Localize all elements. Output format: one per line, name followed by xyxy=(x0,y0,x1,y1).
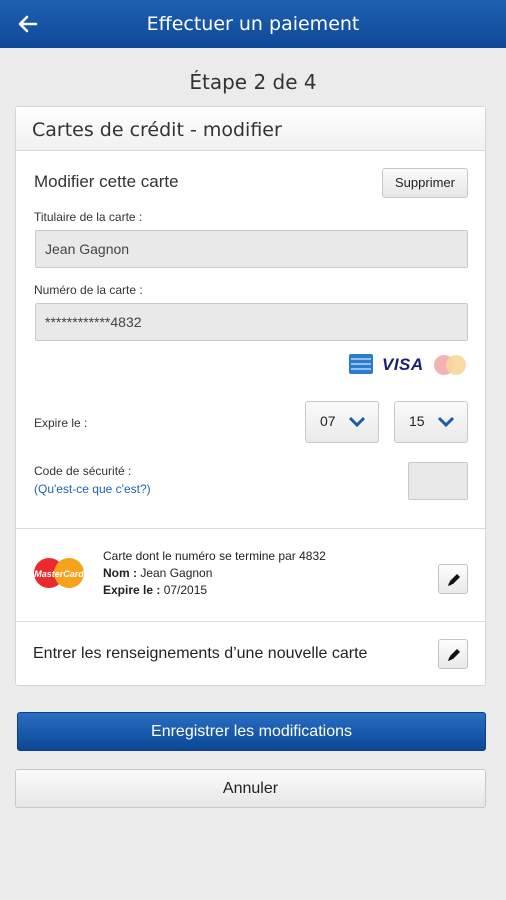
saved-card-number-prefix: Carte xyxy=(103,549,133,563)
divider xyxy=(16,528,485,529)
divider xyxy=(16,621,485,622)
new-card-button[interactable] xyxy=(438,639,468,669)
app-title: Effectuer un paiement xyxy=(146,13,360,35)
saved-card-name-text: Jean Gagnon xyxy=(137,566,213,580)
expiry-month-select[interactable]: 07 xyxy=(305,401,379,443)
holder-label: Titulaire de la carte : xyxy=(34,210,143,224)
saved-card-number: Carte dont le numéro se termine par 4832 xyxy=(103,548,326,565)
saved-card-details: Carte dont le numéro se termine par 4832… xyxy=(103,548,326,599)
saved-card-expiry-prefix: Expire le : xyxy=(103,583,161,597)
saved-card-expiry-text: 07/2015 xyxy=(160,583,208,597)
cancel-button[interactable]: Annuler xyxy=(15,769,486,808)
new-card-label: Entrer les renseignements d’une nouvelle… xyxy=(33,645,368,662)
expiry-label: Expire le : xyxy=(34,416,88,430)
expiry-year-value: 15 xyxy=(409,413,425,429)
saved-card-expiry: Expire le : 07/2015 xyxy=(103,582,326,599)
app-bar: Effectuer un paiement xyxy=(0,0,506,48)
card-number-input[interactable]: ************4832 xyxy=(35,303,468,341)
card-number-label: Numéro de la carte : xyxy=(34,283,143,297)
visa-logo-icon: VISA xyxy=(382,355,424,374)
saved-card-name: Nom : Jean Gagnon xyxy=(103,565,326,582)
mastercard-logo-icon: MasterCard xyxy=(33,557,85,594)
cvv-label: Code de sécurité : xyxy=(34,464,132,478)
mastercard-logo-small-icon xyxy=(432,354,468,381)
step-indicator: Étape 2 de 4 xyxy=(189,70,317,94)
edit-saved-card-button[interactable] xyxy=(438,564,468,594)
amex-logo-icon xyxy=(349,354,373,379)
expiry-year-select[interactable]: 15 xyxy=(394,401,468,443)
pencil-icon xyxy=(448,649,460,661)
holder-name-input[interactable]: Jean Gagnon xyxy=(35,230,468,268)
chevron-down-icon xyxy=(437,416,455,428)
expiry-month-value: 07 xyxy=(320,413,336,429)
panel-title: Cartes de crédit - modifier xyxy=(32,119,282,141)
saved-card-name-prefix: Nom : xyxy=(103,566,137,580)
cvv-help-link[interactable]: (Qu'est-ce que c'est?) xyxy=(34,482,151,496)
saved-card-number-text: dont le numéro se termine par 4832 xyxy=(132,549,326,563)
section-title: Modifier cette carte xyxy=(34,172,179,191)
pencil-icon xyxy=(448,574,460,586)
cvv-input[interactable] xyxy=(408,462,468,500)
chevron-down-icon xyxy=(348,416,366,428)
delete-button[interactable]: Supprimer xyxy=(382,168,468,198)
credit-card-panel: Cartes de crédit - modifier Modifier cet… xyxy=(15,106,486,686)
panel-header: Cartes de crédit - modifier xyxy=(16,107,485,151)
save-changes-button[interactable]: Enregistrer les modifications xyxy=(17,712,486,751)
mastercard-logo-text: MasterCard xyxy=(34,569,84,579)
